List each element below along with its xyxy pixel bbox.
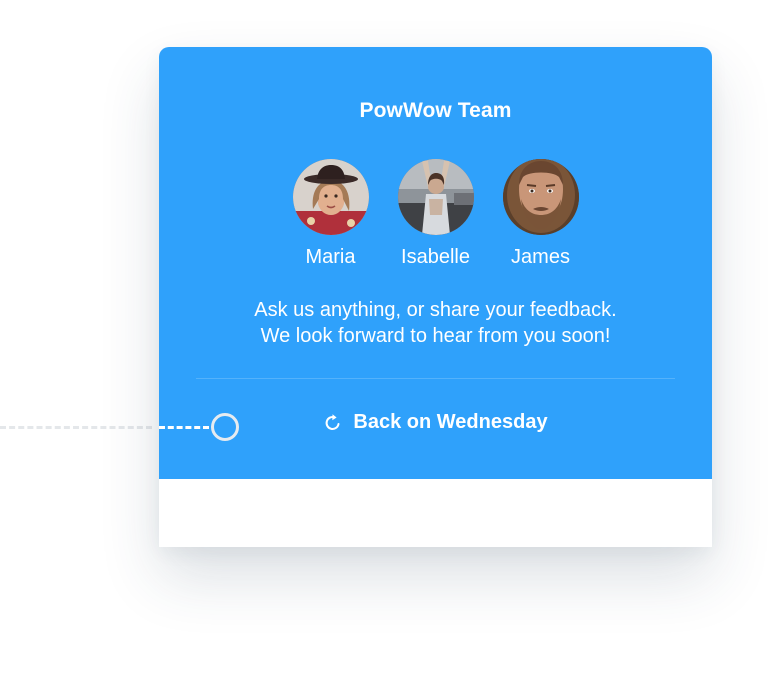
stage: PowWow Team Maria Isabelle James Ask us …: [0, 0, 782, 690]
header-divider: [196, 378, 675, 379]
team-members: Maria Isabelle James: [159, 159, 712, 269]
widget-body: [159, 479, 712, 547]
member-name-maria: Maria: [305, 246, 356, 268]
refresh-icon: [323, 413, 343, 433]
member-james: James: [502, 159, 579, 269]
isabelle-avatar: [397, 159, 474, 235]
member-name-isabelle: Isabelle: [401, 246, 470, 268]
james-avatar: [502, 159, 579, 235]
maria-avatar: [292, 159, 369, 235]
welcome-message: Ask us anything, or share your feedback.…: [159, 297, 712, 349]
team-title: PowWow Team: [359, 99, 512, 122]
message-line-1: Ask us anything, or share your feedback.: [254, 299, 617, 321]
widget-header: PowWow Team Maria Isabelle James Ask us …: [159, 47, 712, 479]
timeline-node: [211, 413, 239, 441]
member-maria: Maria: [292, 159, 369, 269]
status-label: Back on Wednesday: [353, 411, 548, 433]
member-isabelle: Isabelle: [397, 159, 474, 269]
timeline-connector-overlay: [159, 426, 209, 429]
message-line-2: We look forward to hear from you soon!: [260, 325, 611, 347]
availability-status: Back on Wednesday: [159, 411, 712, 434]
timeline-connector: [0, 426, 152, 429]
member-name-james: James: [511, 246, 570, 268]
